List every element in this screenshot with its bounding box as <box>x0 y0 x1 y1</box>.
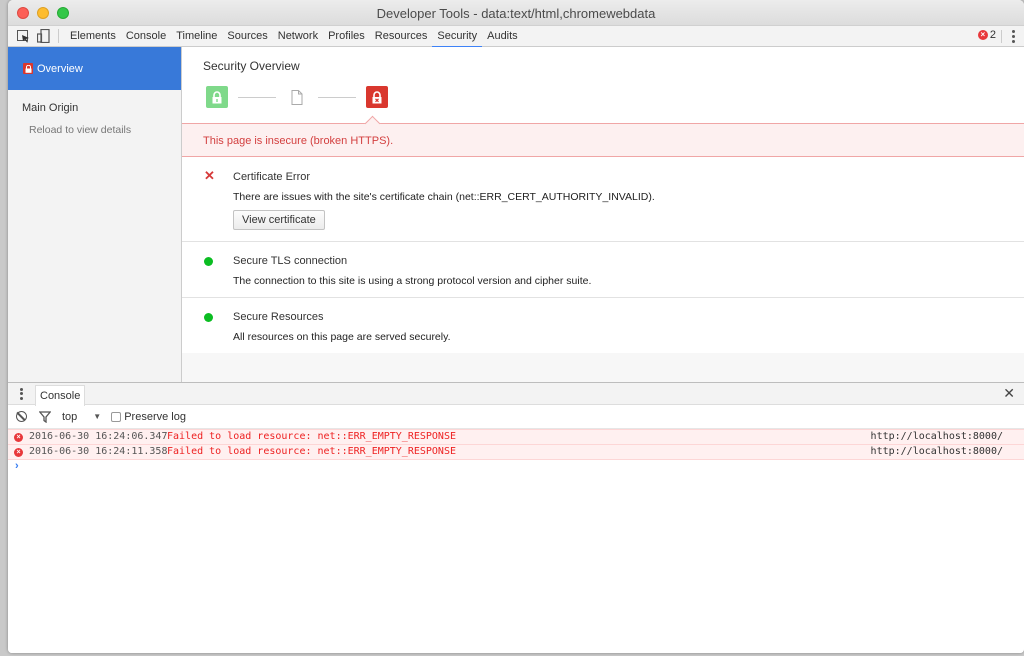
preserve-log-label: Preserve log <box>124 410 186 423</box>
security-overview: Security Overview This page is insecure … <box>182 47 1024 382</box>
sidebar-item-overview[interactable]: Overview <box>8 47 181 90</box>
console-message[interactable]: × 2016-06-30 16:24:06.347 Failed to load… <box>8 429 1024 445</box>
drawer-menu-icon[interactable] <box>19 387 23 401</box>
section-title: Certificate Error <box>233 171 311 183</box>
error-icon: × <box>14 433 23 442</box>
message-source-link[interactable]: http://localhost:8000/ <box>871 445 1003 459</box>
section-description: The connection to this site is using a s… <box>233 275 592 287</box>
toolbar-divider-right <box>1001 30 1002 43</box>
toolbar-divider <box>58 29 59 43</box>
view-certificate-button[interactable]: View certificate <box>233 210 325 230</box>
message-source-link[interactable]: http://localhost:8000/ <box>871 430 1003 444</box>
context-label: top <box>62 410 78 423</box>
drawer-tab-console[interactable]: Console <box>35 385 86 406</box>
error-counter[interactable]: × 2 <box>977 29 996 41</box>
security-chain <box>206 86 388 108</box>
kebab-menu-icon[interactable] <box>1008 29 1018 44</box>
error-icon: × <box>14 448 23 457</box>
devtools-window: Developer Tools - data:text/html,chromew… <box>8 0 1024 653</box>
section-description: There are issues with the site's certifi… <box>233 191 655 203</box>
broken-lock-icon <box>23 63 33 74</box>
device-mode-icon[interactable] <box>36 29 50 43</box>
tab-security[interactable]: Security <box>432 26 482 48</box>
error-x-icon: ✕ <box>204 168 215 183</box>
page-title: Security Overview <box>203 59 300 73</box>
chain-connector <box>318 96 356 98</box>
secure-status-icon <box>204 257 213 266</box>
console-message[interactable]: × 2016-06-30 16:24:11.358 Failed to load… <box>8 444 1024 460</box>
lock-icon <box>206 86 228 108</box>
section-title: Secure TLS connection <box>233 255 348 267</box>
section-title: Secure Resources <box>233 311 324 323</box>
tab-audits[interactable]: Audits <box>482 26 523 47</box>
message-text: Failed to load resource: net::ERR_EMPTY_… <box>167 446 456 457</box>
preserve-log-toggle[interactable]: Preserve log <box>111 411 186 423</box>
tab-profiles[interactable]: Profiles <box>323 26 370 47</box>
secure-status-icon <box>204 313 213 322</box>
content-empty-area <box>182 353 1024 382</box>
console-messages: × 2016-06-30 16:24:06.347 Failed to load… <box>8 429 1024 476</box>
message-timestamp: 2016-06-30 16:24:06.347 <box>29 431 168 442</box>
certificate-section: ✕ Certificate Error There are issues wit… <box>182 158 1024 242</box>
tab-sources[interactable]: Sources <box>222 26 272 47</box>
chevron-down-icon: ▼ <box>93 412 102 421</box>
context-selector[interactable]: top ▼ <box>62 411 101 423</box>
chain-connector <box>238 96 276 98</box>
document-icon <box>286 86 308 108</box>
error-icon: × <box>977 30 988 40</box>
tab-console[interactable]: Console <box>121 26 171 47</box>
title-bar: Developer Tools - data:text/html,chromew… <box>8 0 1024 26</box>
clear-console-icon[interactable] <box>16 411 27 422</box>
console-toolbar: top ▼ Preserve log <box>8 405 1024 429</box>
security-sidebar: Overview Main Origin Reload to view deta… <box>8 47 182 382</box>
tab-network[interactable]: Network <box>273 26 323 47</box>
sidebar-main-origin-heading: Main Origin <box>22 102 79 114</box>
error-count-value: 2 <box>989 29 996 41</box>
close-icon[interactable]: ✕ <box>1003 386 1015 400</box>
console-drawer: Console ✕ top ▼ Preserve log × 2016-06-3… <box>8 382 1024 653</box>
devtools-tab-bar: Elements Console Timeline Sources Networ… <box>8 26 1024 48</box>
message-timestamp: 2016-06-30 16:24:11.358 <box>29 446 168 457</box>
sidebar-item-label: Overview <box>37 62 83 75</box>
security-panel: Overview Main Origin Reload to view deta… <box>8 47 1024 382</box>
broken-lock-icon <box>366 86 388 108</box>
filter-icon[interactable] <box>38 410 52 423</box>
inspect-element-icon[interactable] <box>16 29 30 43</box>
insecure-message: This page is insecure (broken HTTPS). <box>203 135 394 147</box>
tab-elements[interactable]: Elements <box>65 26 121 47</box>
sidebar-reload-hint: Reload to view details <box>29 124 132 136</box>
tls-section: Secure TLS connection The connection to … <box>182 242 1024 298</box>
prompt-chevron-icon: › <box>15 460 19 472</box>
window-title: Developer Tools - data:text/html,chromew… <box>376 6 656 21</box>
console-prompt-line[interactable]: › <box>8 460 1024 476</box>
message-text: Failed to load resource: net::ERR_EMPTY_… <box>167 431 456 442</box>
preserve-log-checkbox[interactable] <box>111 411 122 422</box>
banner-pointer <box>364 115 381 132</box>
tab-resources[interactable]: Resources <box>370 26 433 47</box>
insecure-banner: This page is insecure (broken HTTPS). <box>182 115 1024 157</box>
resources-section: Secure Resources All resources on this p… <box>182 298 1024 354</box>
section-description: All resources on this page are served se… <box>233 331 451 343</box>
drawer-tab-bar: Console ✕ <box>8 383 1024 406</box>
tab-timeline[interactable]: Timeline <box>171 26 222 47</box>
